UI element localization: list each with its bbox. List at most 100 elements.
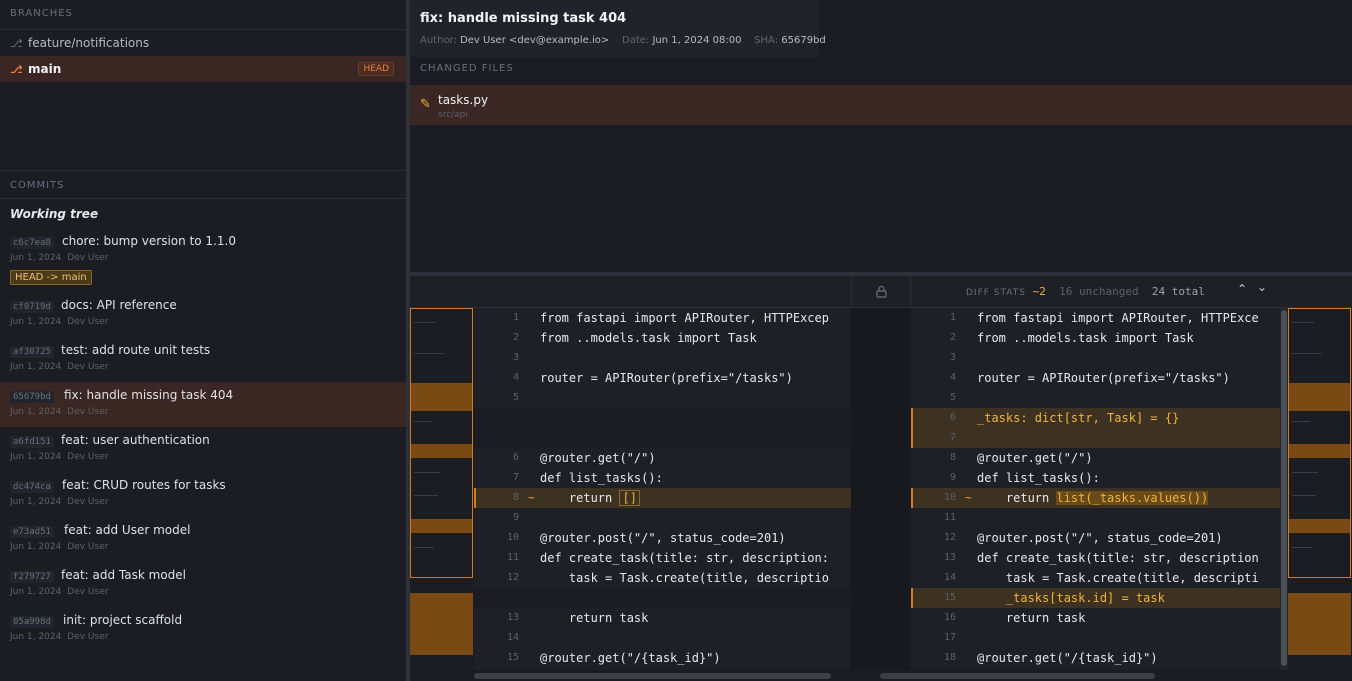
line-number: 15: [506, 652, 519, 663]
head-badge: HEAD: [358, 62, 394, 76]
code-text: return task: [977, 611, 1086, 625]
line-number: 8: [949, 452, 956, 463]
line-number: 9: [949, 472, 956, 483]
change-marker: ~: [965, 491, 972, 504]
next-change-chevron-down-icon[interactable]: ⌄: [1257, 280, 1267, 294]
diff-line: 13 return task: [474, 608, 851, 628]
commit-meta: Jun 1, 2024 Dev User: [10, 632, 114, 642]
diff-pane-old[interactable]: 1 from fastapi import APIRouter, HTTPExce…: [474, 308, 851, 670]
diff-line: 5: [911, 388, 1280, 408]
diff-line: 7: [911, 428, 1280, 448]
diff-line: 3: [474, 348, 851, 368]
code-text: _tasks: dict[str, Task] = {}: [977, 411, 1180, 425]
commit-item[interactable]: 65679bd fix: handle missing task 404 Jun 1…: [0, 382, 406, 427]
diff-line: 14 task = Task.create(title, descripti: [911, 568, 1280, 588]
diff-line: 4 router = APIRouter(prefix="/tasks"): [474, 368, 851, 388]
diff-line: 9 def list_tasks():: [911, 468, 1280, 488]
code-text: def create_task(title: str, description: [977, 551, 1259, 565]
diff-pane-new[interactable]: 1 from fastapi import APIRouter, HTTPExce…: [911, 308, 1280, 670]
branch-item-main[interactable]: ⎇ main HEAD: [0, 56, 406, 82]
commit-message: feat: add User model: [64, 523, 191, 537]
file-name: tasks.py: [438, 93, 489, 107]
line-number: 18: [943, 652, 956, 663]
commit-date: Jun 1, 2024: [10, 587, 62, 597]
vertical-scrollbar[interactable]: [1280, 308, 1288, 670]
commit-author: Dev User: [67, 587, 109, 597]
commit-meta: Jun 1, 2024 Dev User: [10, 407, 114, 417]
commit-sha: a6fd151: [10, 436, 54, 448]
horizontal-scrollbar-old[interactable]: [474, 673, 831, 679]
line-number: 10: [943, 492, 956, 503]
commit-date: Jun 1, 2024: [10, 407, 62, 417]
diff-filler-line: [474, 408, 851, 428]
minimap-viewport[interactable]: [410, 308, 473, 578]
pencil-icon: ✎: [420, 97, 431, 112]
diff-center-gutter: [851, 308, 911, 670]
code-text: def list_tasks():: [977, 471, 1100, 485]
right-minimap[interactable]: [1288, 308, 1351, 670]
commit-sha: e73ad51: [10, 526, 54, 538]
code-text: @router.get("/{task_id}"): [540, 651, 721, 665]
line-number: 1: [949, 312, 956, 323]
diff-line: 6 _tasks: dict[str, Task] = {}: [911, 408, 1280, 428]
line-number: 5: [949, 392, 956, 403]
commit-item[interactable]: af30725 test: add route unit tests Jun 1, …: [0, 337, 406, 382]
diff-line: 11: [911, 508, 1280, 528]
scrollbar-thumb[interactable]: [1281, 310, 1287, 666]
commit-meta: Jun 1, 2024 Dev User: [10, 362, 114, 372]
line-number: 14: [506, 632, 519, 643]
code-text: _tasks[task.id] = task: [977, 591, 1165, 605]
commit-author: Dev User: [67, 542, 109, 552]
code-text: @router.post("/", status_code=201): [540, 531, 786, 545]
changed-file-item[interactable]: ✎ tasks.py src/api: [410, 85, 1352, 125]
diff-line: 6 @router.get("/"): [474, 448, 851, 468]
commits-section-label: COMMITS: [0, 170, 406, 199]
diff-stats-label: DIFF STATS: [966, 288, 1026, 298]
commit-sha: af30725: [10, 346, 54, 358]
commit-title: fix: handle missing task 404: [420, 11, 627, 26]
scroll-lock-button[interactable]: [851, 276, 911, 307]
commit-item[interactable]: a6fd151 feat: user authentication Jun 1, 2…: [0, 427, 406, 472]
line-number: 6: [949, 412, 956, 423]
commit-meta: Jun 1, 2024 Dev User: [10, 542, 114, 552]
code-text: task = Task.create(title, descripti: [977, 571, 1259, 585]
diff-line: 8 ~ return []: [474, 488, 851, 508]
commit-date: Jun 1, 2024: [10, 452, 62, 462]
branch-item-feature-notifications[interactable]: ⎇ feature/notifications: [0, 30, 406, 56]
commit-item[interactable]: f279727 feat: add Task model Jun 1, 2024 De…: [0, 562, 406, 607]
line-number: 12: [506, 572, 519, 583]
code-text: @router.post("/", status_code=201): [977, 531, 1223, 545]
commit-item[interactable]: 05a998d init: project scaffold Jun 1, 2024…: [0, 607, 406, 652]
code-text: def list_tasks():: [540, 471, 663, 485]
author-label: Author:: [420, 35, 457, 46]
diff-line: 12 task = Task.create(title, descriptio: [474, 568, 851, 588]
commit-message: test: add route unit tests: [61, 343, 211, 357]
commit-sha: cf0719d: [10, 301, 54, 313]
diff-line: 1 from fastapi import APIRouter, HTTPExce…: [474, 308, 851, 328]
commit-date: Jun 1, 2024: [10, 632, 62, 642]
commit-item[interactable]: dc474ca feat: CRUD routes for tasks Jun 1,…: [0, 472, 406, 517]
commit-item[interactable]: cf0719d docs: API reference Jun 1, 2024 Dev…: [0, 292, 406, 337]
diff-line: 11 def create_task(title: str, descriptio…: [474, 548, 851, 568]
previous-change-chevron-up-icon[interactable]: ⌃: [1237, 282, 1247, 296]
diff-line: 1 from fastapi import APIRouter, HTTPExce: [911, 308, 1280, 328]
commit-meta: Jun 1, 2024 Dev User: [10, 587, 114, 597]
commit-message: feat: add Task model: [61, 568, 187, 582]
line-number: 3: [949, 352, 956, 363]
commit-item[interactable]: c6c7ea8 chore: bump version to 1.1.0 Jun 1…: [0, 228, 406, 273]
inline-change-highlight: list(_tasks.values()): [1056, 491, 1209, 505]
sha-value: 65679bd: [781, 35, 826, 46]
commit-message: init: project scaffold: [63, 613, 183, 627]
commit-date: Jun 1, 2024: [10, 497, 62, 507]
line-number: 7: [949, 432, 956, 443]
commit-meta: Jun 1, 2024 Dev User: [10, 317, 114, 327]
horizontal-scrollbar-new[interactable]: [880, 673, 1155, 679]
left-minimap[interactable]: [410, 308, 473, 670]
working-tree-item[interactable]: Working tree: [10, 207, 98, 221]
minimap-viewport[interactable]: [1288, 308, 1351, 578]
commit-meta: Jun 1, 2024 Dev User: [10, 452, 114, 462]
commit-item[interactable]: e73ad51 feat: add User model Jun 1, 2024 De…: [0, 517, 406, 562]
file-directory: src/api: [438, 110, 468, 120]
diff-stats: DIFF STATS ~2 16 unchanged 24 total: [966, 285, 1205, 298]
line-number: 13: [943, 552, 956, 563]
